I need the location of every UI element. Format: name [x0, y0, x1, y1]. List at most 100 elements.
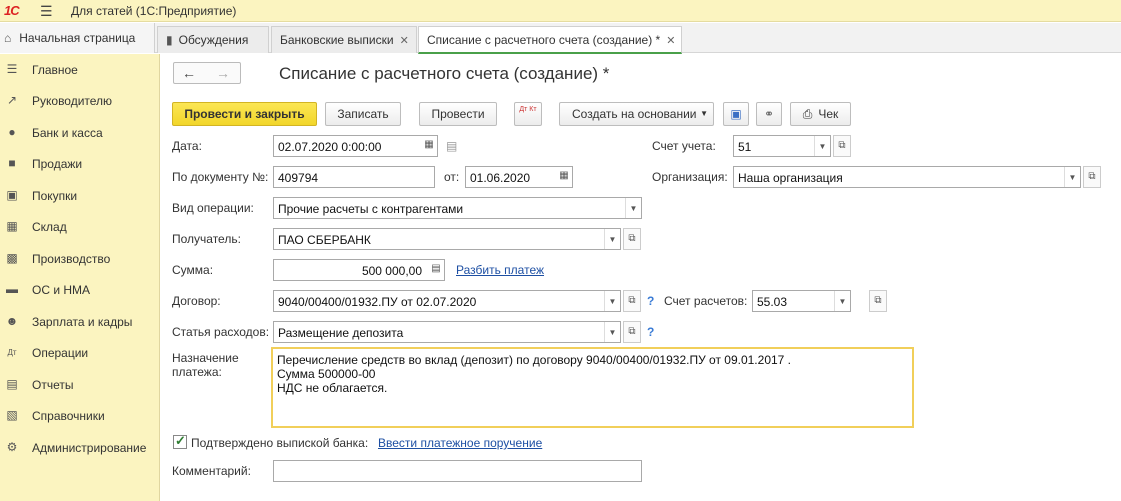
purpose-line: НДС не облагается.: [277, 381, 388, 395]
expense-item-field[interactable]: Размещение депозита ▼: [273, 321, 621, 343]
app-logo: 1С: [4, 3, 20, 18]
recipient-field[interactable]: ПАО СБЕРБАНК ▼: [273, 228, 621, 250]
expense-item-label: Статья расходов:: [172, 325, 270, 339]
attach-button[interactable]: ⚭: [756, 102, 782, 126]
purpose-textarea[interactable]: Перечисление средств во вклад (депозит) …: [271, 347, 914, 428]
receipt-button[interactable]: ⎙ Чек: [790, 102, 851, 126]
calendar-icon[interactable]: ▦: [556, 167, 572, 187]
tab-bar: ⌂ Начальная страница ▮ Обсуждения Банковск…: [0, 23, 1121, 54]
sidebar-item-warehouse[interactable]: ▦ Склад: [0, 216, 160, 240]
doc-date-label: от:: [444, 170, 460, 184]
organization-field[interactable]: Наша организация ▼: [733, 166, 1081, 188]
bag-icon: ■: [8, 156, 16, 170]
chevron-down-icon[interactable]: ▼: [814, 136, 830, 156]
title-bar: 1С ☰ Для статей (1С:Предприятие): [0, 0, 1121, 22]
sidebar-item-manager[interactable]: ↗ Руководителю: [0, 90, 160, 114]
split-payment-link[interactable]: Разбить платеж: [456, 263, 544, 277]
sidebar-item-label: Администрирование: [32, 441, 147, 455]
chart-icon: ▤: [6, 377, 18, 391]
open-icon[interactable]: ⧉: [869, 290, 887, 312]
open-icon[interactable]: ⧉: [623, 290, 641, 312]
doc-date-field[interactable]: 01.06.2020 ▦: [465, 166, 573, 188]
doc-number-field[interactable]: 409794: [273, 166, 435, 188]
settlement-account-label: Счет расчетов:: [664, 294, 748, 308]
chevron-down-icon[interactable]: ▼: [604, 291, 620, 311]
forward-arrow-icon[interactable]: →: [216, 65, 230, 81]
post-and-close-button[interactable]: Провести и закрыть: [172, 102, 317, 126]
sidebar-item-label: Главное: [32, 63, 78, 77]
calculator-icon[interactable]: ▤: [428, 260, 444, 280]
sidebar-item-main[interactable]: ☰ Главное: [0, 59, 160, 83]
printer-icon: ⎙: [802, 107, 813, 121]
operation-select[interactable]: Прочие расчеты с контрагентами ▼: [273, 197, 642, 219]
trend-icon: ↗: [6, 93, 18, 107]
tab-home-label: Начальная страница: [19, 31, 136, 45]
structure-button[interactable]: ▣: [723, 102, 749, 126]
contract-field[interactable]: 9040/00400/01932.ПУ от 02.07.2020 ▼: [273, 290, 621, 312]
enter-payment-order-link[interactable]: Ввести платежное поручение: [378, 436, 542, 450]
amount-field[interactable]: 500 000,00 ▤: [273, 259, 445, 281]
sidebar-item-admin[interactable]: ⚙ Администрирование: [0, 437, 160, 461]
dtkt-button[interactable]: Дт Кт: [514, 102, 542, 126]
sidebar-item-label: Отчеты: [32, 378, 74, 392]
expense-item-help-icon[interactable]: ?: [647, 325, 654, 339]
sidebar-item-sales[interactable]: ■ Продажи: [0, 153, 160, 177]
tab-discussions[interactable]: ▮ Обсуждения: [157, 26, 269, 53]
comment-field[interactable]: [273, 460, 642, 482]
purpose-label-line2: платежа:: [172, 365, 222, 379]
chevron-down-icon[interactable]: ▼: [604, 322, 620, 342]
chevron-down-icon[interactable]: ▼: [625, 198, 641, 218]
tab-label: Списание с расчетного счета (создание) *: [427, 33, 661, 47]
open-icon[interactable]: ⧉: [833, 135, 851, 157]
open-icon[interactable]: ⧉: [1083, 166, 1101, 188]
amount-value: 500 000,00: [361, 264, 422, 278]
create-based-label: Создать на основании: [572, 107, 697, 121]
tab-debit-document[interactable]: Списание с расчетного счета (создание) *…: [418, 26, 682, 54]
calendar-icon[interactable]: ▦: [421, 136, 437, 156]
main-menu-icon[interactable]: ☰: [40, 3, 53, 20]
contract-value: 9040/00400/01932.ПУ от 02.07.2020: [278, 295, 477, 309]
settlement-account-value: 55.03: [757, 295, 788, 309]
sidebar-item-reports[interactable]: ▤ Отчеты: [0, 374, 160, 398]
chevron-down-icon[interactable]: ▼: [834, 291, 850, 311]
comment-label: Комментарий:: [172, 464, 251, 478]
save-button[interactable]: Записать: [325, 102, 401, 126]
open-icon[interactable]: ⧉: [623, 321, 641, 343]
doc-number-label: По документу №:: [172, 170, 269, 184]
close-icon[interactable]: ✕: [666, 35, 675, 47]
back-arrow-icon[interactable]: ←: [182, 65, 196, 81]
calculator-icon[interactable]: ▤: [446, 139, 457, 153]
chevron-down-icon[interactable]: ▼: [1064, 167, 1080, 187]
sidebar-item-payroll[interactable]: ☻ Зарплата и кадры: [0, 311, 160, 335]
tab-home[interactable]: ⌂ Начальная страница: [0, 23, 155, 53]
open-icon[interactable]: ⧉: [623, 228, 641, 250]
app-title: Для статей (1С:Предприятие): [71, 4, 237, 18]
sidebar-item-purchases[interactable]: ▣ Покупки: [0, 185, 160, 209]
person-icon: ☻: [5, 314, 19, 328]
tab-bank-statements[interactable]: Банковские выписки ✕: [271, 26, 417, 53]
sidebar-item-assets[interactable]: ▬ ОС и НМА: [0, 279, 160, 303]
create-based-on-button[interactable]: Создать на основании ▼: [559, 102, 714, 126]
settlement-account-field[interactable]: 55.03 ▼: [752, 290, 851, 312]
sidebar-item-bank[interactable]: ● Банк и касса: [0, 122, 160, 146]
account-field[interactable]: 51 ▼: [733, 135, 831, 157]
factory-icon: ▩: [6, 251, 18, 265]
contract-help-icon[interactable]: ?: [647, 294, 654, 308]
confirmed-label: Подтверждено выпиской банка:: [191, 436, 369, 450]
chevron-down-icon[interactable]: ▼: [604, 229, 620, 249]
sidebar-item-operations[interactable]: Дт Операции: [0, 342, 160, 366]
purpose-line: Сумма 500000-00: [277, 367, 376, 381]
contract-label: Договор:: [172, 294, 221, 308]
date-field[interactable]: 02.07.2020 0:00:00 ▦: [273, 135, 438, 157]
sidebar-item-production[interactable]: ▩ Производство: [0, 248, 160, 272]
coin-icon: ●: [8, 125, 16, 139]
chat-icon: ▮: [166, 33, 173, 47]
dtkt-icon: Дт Кт: [519, 106, 537, 113]
close-icon[interactable]: ✕: [400, 35, 409, 47]
sidebar-item-catalogs[interactable]: ▧ Справочники: [0, 405, 160, 429]
account-label: Счет учета:: [652, 139, 716, 153]
confirmed-checkbox[interactable]: ✓: [173, 433, 187, 449]
post-button[interactable]: Провести: [419, 102, 497, 126]
doc-date-value: 01.06.2020: [470, 171, 531, 185]
recipient-label: Получатель:: [172, 232, 241, 246]
